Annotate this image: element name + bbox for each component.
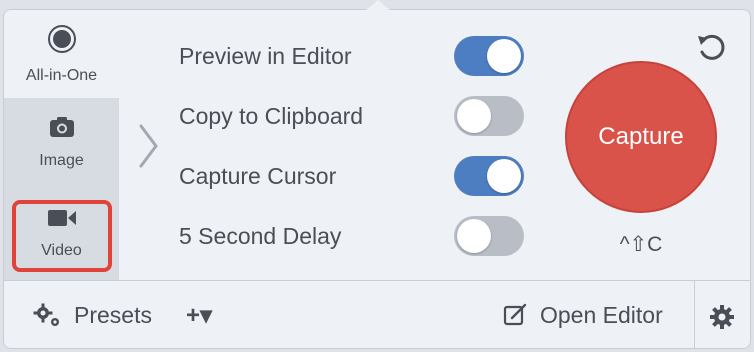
option-capture-cursor: Capture Cursor bbox=[179, 156, 524, 196]
mode-all-in-one[interactable]: All-in-One bbox=[4, 10, 119, 98]
video-mode-highlight bbox=[12, 200, 112, 272]
open-editor-label: Open Editor bbox=[540, 301, 663, 328]
toggle-knob bbox=[487, 39, 521, 73]
add-preset-button[interactable]: +▾ bbox=[186, 297, 212, 333]
footer-divider bbox=[694, 281, 695, 348]
option-preview-in-editor: Preview in Editor bbox=[179, 36, 524, 76]
settings-gear-icon[interactable] bbox=[709, 304, 735, 330]
option-label: Preview in Editor bbox=[179, 42, 352, 69]
capture-mode-column: All-in-One Image Video bbox=[4, 10, 119, 280]
presets-label: Presets bbox=[74, 301, 152, 328]
footer-bar: Presets +▾ Open Editor bbox=[4, 280, 750, 348]
toggle-knob bbox=[457, 99, 491, 133]
popover-notch bbox=[366, 0, 390, 10]
camera-icon bbox=[48, 115, 76, 144]
edit-icon bbox=[503, 303, 527, 326]
mode-image[interactable]: Image bbox=[4, 98, 119, 186]
gear-icon bbox=[33, 303, 59, 326]
toggle-knob bbox=[487, 159, 521, 193]
reset-icon[interactable] bbox=[694, 30, 728, 64]
option-label: Copy to Clipboard bbox=[179, 102, 364, 129]
toggle-knob bbox=[457, 219, 491, 253]
capture-button[interactable]: Capture bbox=[565, 61, 717, 213]
copy-to-clipboard-toggle[interactable] bbox=[454, 96, 524, 136]
5-second-delay-toggle[interactable] bbox=[454, 216, 524, 256]
presets-button[interactable]: Presets bbox=[32, 297, 152, 333]
option-label: Capture Cursor bbox=[179, 162, 337, 189]
preview-in-editor-toggle[interactable] bbox=[454, 36, 524, 76]
option-label: 5 Second Delay bbox=[179, 222, 342, 249]
capture-cursor-toggle[interactable] bbox=[454, 156, 524, 196]
chevron-right-icon bbox=[139, 124, 158, 168]
option-copy-to-clipboard: Copy to Clipboard bbox=[179, 96, 524, 136]
mode-all-in-one-label: All-in-One bbox=[25, 66, 98, 84]
record-circle-icon bbox=[47, 24, 77, 59]
option-5-second-delay: 5 Second Delay bbox=[179, 216, 524, 256]
capture-panel: All-in-One Image Video Preview in Editor… bbox=[3, 9, 751, 349]
open-editor-button[interactable]: Open Editor bbox=[502, 297, 663, 333]
capture-shortcut: ^⇧C bbox=[619, 233, 663, 256]
mode-image-label: Image bbox=[39, 151, 84, 169]
